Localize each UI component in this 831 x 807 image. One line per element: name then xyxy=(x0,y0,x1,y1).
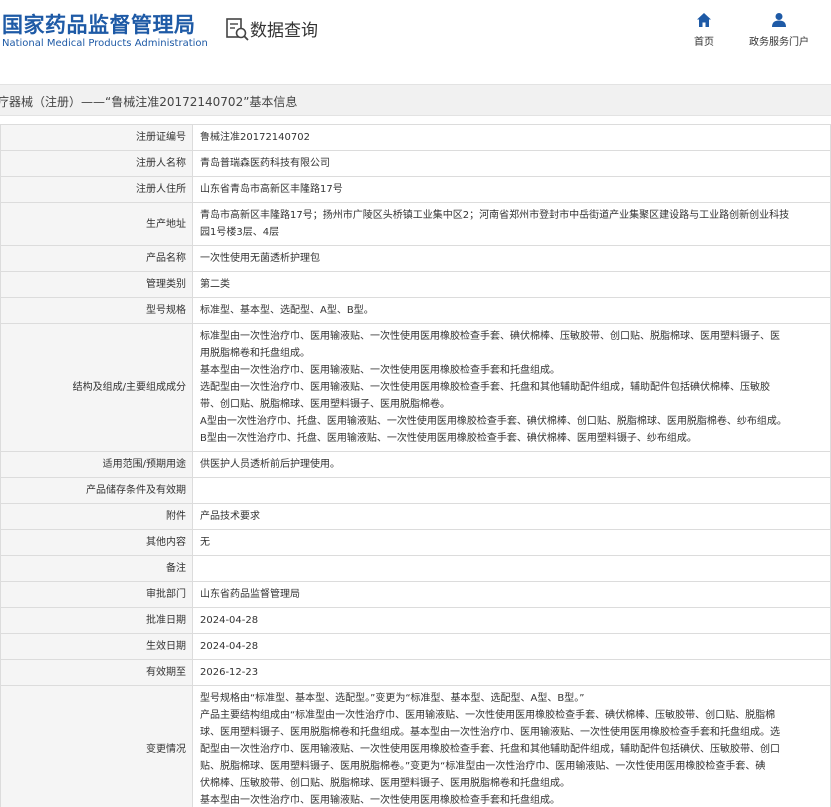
nav-home-label: 首页 xyxy=(694,37,714,48)
detail-row: 产品储存条件及有效期 xyxy=(0,477,831,504)
agency-logo-cn[interactable]: 国家药品监督管理局 xyxy=(2,9,196,39)
detail-value: 标准型、基本型、选配型、A型、B型。 xyxy=(192,297,831,324)
detail-label: 产品储存条件及有效期 xyxy=(0,477,193,504)
detail-value-line: 配型由一次性治疗巾、医用输液贴、一次性使用医用橡胶检查手套、托盘和其他辅助配件组… xyxy=(200,744,780,755)
detail-value-line: 带、创口贴、脱脂棉球、医用塑料镊子、医用脱脂棉卷。 xyxy=(200,399,450,410)
detail-label: 备注 xyxy=(0,555,193,582)
detail-row: 生效日期 2024-04-28 xyxy=(0,633,831,660)
detail-row: 审批部门 山东省药品监督管理局 xyxy=(0,581,831,608)
detail-row: 注册人名称 青岛普瑞森医药科技有限公司 xyxy=(0,150,831,177)
detail-value: 山东省药品监督管理局 xyxy=(192,581,831,608)
breadcrumb-title: 疗器械（注册）——“鲁械注准20172140702”基本信息 xyxy=(0,95,298,109)
nav-home[interactable]: 首页 xyxy=(686,12,722,48)
site-header: 国家药品监督管理局 National Medical Products Admi… xyxy=(0,0,831,70)
detail-row: 注册证编号 鲁械注准20172140702 xyxy=(0,124,831,151)
detail-label: 批准日期 xyxy=(0,607,193,634)
detail-row: 附件 产品技术要求 xyxy=(0,503,831,530)
detail-value-line: 园1号楼3层、4层 xyxy=(200,227,280,238)
detail-value: 标准型由一次性治疗巾、医用输液贴、一次性使用医用橡胶检查手套、碘伏棉棒、压敏胶带… xyxy=(192,323,831,452)
detail-value xyxy=(192,477,831,504)
detail-row: 型号规格 标准型、基本型、选配型、A型、B型。 xyxy=(0,297,831,324)
detail-value-line: 基本型由一次性治疗巾、医用输液贴、一次性使用医用橡胶检查手套和托盘组成。 xyxy=(200,365,560,376)
detail-value-line: 伏棉棒、压敏胶带、创口贴、脱脂棉球、医用塑料镊子、医用脱脂棉卷和托盘组成。 xyxy=(200,778,570,789)
detail-value-line: 产品主要结构组成由“标准型由一次性治疗巾、医用输液贴、一次性使用医用橡胶检查手套… xyxy=(200,710,776,721)
detail-value: 青岛市高新区丰隆路17号；扬州市广陵区头桥镇工业集中区2；河南省郑州市登封市中岳… xyxy=(192,202,831,246)
detail-value-line: 球、医用塑料镊子、医用脱脂棉卷和托盘组成。基本型由一次性治疗巾、医用输液贴、一次… xyxy=(200,727,780,738)
data-query-icon xyxy=(226,18,249,41)
detail-label: 注册人名称 xyxy=(0,150,193,177)
detail-label: 附件 xyxy=(0,503,193,530)
detail-label: 产品名称 xyxy=(0,245,193,272)
detail-table: 注册证编号 鲁械注准20172140702 注册人名称 青岛普瑞森医药科技有限公司 注册… xyxy=(0,124,831,807)
detail-value: 2026-12-23 xyxy=(192,659,831,686)
detail-row: 产品名称 一次性使用无菌透析护理包 xyxy=(0,245,831,272)
detail-label: 生效日期 xyxy=(0,633,193,660)
detail-value-line: A型由一次性治疗巾、托盘、医用输液贴、一次性使用医用橡胶检查手套、碘伏棉棒、创口… xyxy=(200,416,787,427)
detail-value-line: B型由一次性治疗巾、托盘、医用输液贴、一次性使用医用橡胶检查手套、碘伏棉棒、医用… xyxy=(200,433,697,444)
detail-value: 无 xyxy=(192,529,831,556)
detail-row: 备注 xyxy=(0,555,831,582)
detail-label: 生产地址 xyxy=(0,202,193,246)
detail-row: 变更情况 型号规格由“标准型、基本型、选配型。”变更为“标准型、基本型、选配型、A… xyxy=(0,685,831,807)
detail-row: 适用范围/预期用途 供医护人员透析前后护理使用。 xyxy=(0,451,831,478)
detail-row: 注册人住所 山东省青岛市高新区丰隆路17号 xyxy=(0,176,831,203)
detail-label: 注册人住所 xyxy=(0,176,193,203)
nav-gov-services-label: 政务服务门户 xyxy=(749,37,809,48)
detail-value-line: 贴、脱脂棉球、医用塑料镊子、医用脱脂棉卷。”变更为“标准型由一次性治疗巾、医用输… xyxy=(200,761,766,772)
nav-gov-services[interactable]: 政务服务门户 xyxy=(740,12,818,48)
detail-row: 结构及组成/主要组成成分 标准型由一次性治疗巾、医用输液贴、一次性使用医用橡胶检查… xyxy=(0,323,831,452)
detail-value xyxy=(192,555,831,582)
detail-value: 一次性使用无菌透析护理包 xyxy=(192,245,831,272)
detail-value: 青岛普瑞森医药科技有限公司 xyxy=(192,150,831,177)
user-icon xyxy=(772,13,786,27)
detail-value: 第二类 xyxy=(192,271,831,298)
detail-value-line: 基本型由一次性治疗巾、医用输液贴、一次性使用医用橡胶检查手套和托盘组成。 xyxy=(200,795,560,806)
detail-value-line: 选配型由一次性治疗巾、医用输液贴、一次性使用医用橡胶检查手套、托盘和其他辅助配件… xyxy=(200,382,770,393)
detail-value: 山东省青岛市高新区丰隆路17号 xyxy=(192,176,831,203)
detail-value-line: 型号规格由“标准型、基本型、选配型。”变更为“标准型、基本型、选配型、A型、B型… xyxy=(200,693,585,704)
detail-value: 2024-04-28 xyxy=(192,607,831,634)
detail-label: 审批部门 xyxy=(0,581,193,608)
detail-row: 管理类别 第二类 xyxy=(0,271,831,298)
detail-value: 型号规格由“标准型、基本型、选配型。”变更为“标准型、基本型、选配型、A型、B型… xyxy=(192,685,831,807)
detail-label: 其他内容 xyxy=(0,529,193,556)
data-query-title: 数据查询 xyxy=(250,21,318,41)
detail-label: 结构及组成/主要组成成分 xyxy=(0,323,193,452)
detail-value: 产品技术要求 xyxy=(192,503,831,530)
detail-value-line: 青岛市高新区丰隆路17号；扬州市广陵区头桥镇工业集中区2；河南省郑州市登封市中岳… xyxy=(200,210,790,221)
detail-label: 注册证编号 xyxy=(0,124,193,151)
detail-value-line: 标准型由一次性治疗巾、医用输液贴、一次性使用医用橡胶检查手套、碘伏棉棒、压敏胶带… xyxy=(200,331,780,342)
detail-label: 有效期至 xyxy=(0,659,193,686)
home-icon xyxy=(697,13,711,27)
detail-label: 变更情况 xyxy=(0,685,193,807)
detail-value: 供医护人员透析前后护理使用。 xyxy=(192,451,831,478)
detail-row: 生产地址 青岛市高新区丰隆路17号；扬州市广陵区头桥镇工业集中区2；河南省郑州市登… xyxy=(0,202,831,246)
detail-label: 型号规格 xyxy=(0,297,193,324)
detail-value: 2024-04-28 xyxy=(192,633,831,660)
detail-label: 适用范围/预期用途 xyxy=(0,451,193,478)
detail-value-line: 用脱脂棉卷和托盘组成。 xyxy=(200,348,310,359)
detail-row: 批准日期 2024-04-28 xyxy=(0,607,831,634)
detail-value: 鲁械注准20172140702 xyxy=(192,124,831,151)
detail-label: 管理类别 xyxy=(0,271,193,298)
detail-row: 有效期至 2026-12-23 xyxy=(0,659,831,686)
detail-row: 其他内容无 xyxy=(0,529,831,556)
agency-logo-en[interactable]: National Medical Products Administration xyxy=(2,38,208,49)
breadcrumb: 疗器械（注册）——“鲁械注准20172140702”基本信息 xyxy=(0,84,831,116)
